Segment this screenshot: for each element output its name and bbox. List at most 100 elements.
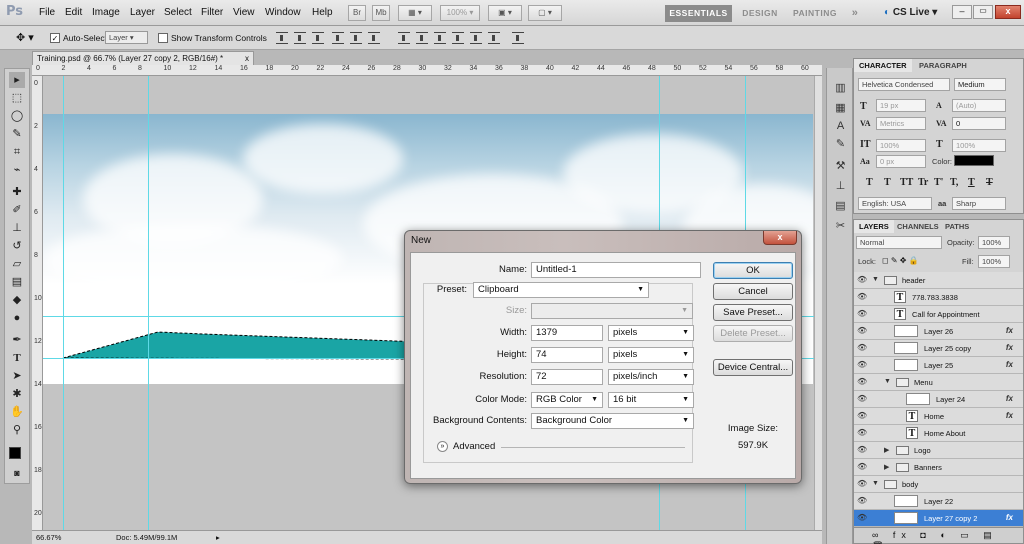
distribute-hcenter-icon[interactable] <box>470 32 482 44</box>
visibility-eye-icon[interactable]: 👁 <box>857 462 867 472</box>
zoom-tool-icon[interactable]: ⚲ <box>9 422 25 438</box>
layer-effects-icon[interactable]: fx <box>1006 513 1013 522</box>
3d-rotate-tool-icon[interactable]: ✋ <box>9 404 25 420</box>
layer-row[interactable]: 👁 T 778.783.3838 <box>854 289 1023 306</box>
expand-triangle-icon[interactable]: ▼ <box>884 378 891 385</box>
path-selection-tool-icon[interactable]: ➤ <box>9 368 25 384</box>
expand-triangle-icon[interactable]: ▼ <box>872 276 879 283</box>
visibility-eye-icon[interactable]: 👁 <box>857 513 867 523</box>
layer-effects-icon[interactable]: fx <box>1006 343 1013 352</box>
menu-help[interactable]: Help <box>312 7 333 18</box>
align-right-icon[interactable] <box>368 32 380 44</box>
tab-channels[interactable]: CHANNELS <box>892 220 944 233</box>
tab-character[interactable]: CHARACTER <box>854 59 912 72</box>
all-caps-icon[interactable]: TT <box>900 177 913 188</box>
layer-row[interactable]: 👁 Layer 22 <box>854 493 1023 510</box>
screen-mode-dropdown[interactable]: ▢ ▾ <box>528 5 562 21</box>
distribute-top-icon[interactable] <box>398 32 410 44</box>
resolution-field[interactable]: 72 <box>531 369 603 385</box>
tool-presets-dock-icon[interactable]: ✎ <box>834 138 847 151</box>
opacity-field[interactable]: 100% <box>978 236 1010 249</box>
font-size-field[interactable]: 19 px <box>876 99 926 112</box>
layer-row[interactable]: 👁 ▶ Banners <box>854 459 1023 476</box>
layer-effects-icon[interactable]: fx <box>1006 326 1013 335</box>
distribute-bottom-icon[interactable] <box>434 32 446 44</box>
visibility-eye-icon[interactable]: 👁 <box>857 275 867 285</box>
baseline-shift-field[interactable]: 0 px <box>876 155 926 168</box>
layer-effects-icon[interactable]: fx <box>1006 411 1013 420</box>
faux-italic-icon[interactable]: T <box>884 177 891 188</box>
resolution-unit-dropdown[interactable]: pixels/inch ▼ <box>608 369 694 385</box>
delete-preset-button[interactable]: Delete Preset... <box>713 325 793 342</box>
expand-triangle-icon[interactable]: ▼ <box>872 480 879 487</box>
brush-tool-icon[interactable]: ✐ <box>9 202 25 218</box>
layer-row[interactable]: 👁 T Home About <box>854 425 1023 442</box>
auto-align-icon[interactable] <box>512 32 524 44</box>
blur-tool-icon[interactable]: ◆ <box>9 292 25 308</box>
close-window-button[interactable]: x <box>995 5 1021 19</box>
marquee-tool-icon[interactable]: ⬚ <box>9 90 25 106</box>
font-style-dropdown[interactable]: Medium <box>954 78 1006 91</box>
tab-paragraph[interactable]: PARAGRAPH <box>914 59 972 72</box>
move-tool-icon[interactable]: ✥ ▾ <box>16 31 34 44</box>
tracking-field[interactable]: 0 <box>952 117 1006 130</box>
font-family-dropdown[interactable]: Helvetica Condensed <box>858 78 950 91</box>
superscript-icon[interactable]: T' <box>934 177 943 188</box>
visibility-eye-icon[interactable]: 👁 <box>857 292 867 302</box>
language-dropdown[interactable]: English: USA <box>858 197 932 210</box>
horizontal-scale-field[interactable]: 100% <box>952 139 1006 152</box>
gradient-tool-icon[interactable]: ▤ <box>9 274 25 290</box>
align-left-icon[interactable] <box>332 32 344 44</box>
clone-stamp-tool-icon[interactable]: ⊥ <box>9 220 25 236</box>
healing-brush-tool-icon[interactable]: ✚ <box>9 184 25 200</box>
visibility-eye-icon[interactable]: 👁 <box>857 377 867 387</box>
layer-row[interactable]: 👁 T Call for Appointment <box>854 306 1023 323</box>
auto-select-checkbox[interactable]: ✓ <box>50 33 60 43</box>
height-unit-dropdown[interactable]: pixels ▼ <box>608 347 694 363</box>
advanced-toggle-icon[interactable]: » <box>437 441 448 452</box>
distribute-left-icon[interactable] <box>452 32 464 44</box>
cs-live-button[interactable]: ◐ CS Live ▾ <box>884 7 937 18</box>
color-mode-dropdown[interactable]: RGB Color ▼ <box>531 392 603 408</box>
show-transform-checkbox[interactable] <box>158 33 168 43</box>
eyedropper-tool-icon[interactable]: ⌁ <box>9 162 25 178</box>
workspace-design[interactable]: DESIGN <box>738 5 782 22</box>
bridge-button[interactable]: Br <box>348 5 366 21</box>
bit-depth-dropdown[interactable]: 16 bit ▼ <box>608 392 694 408</box>
ok-button[interactable]: OK <box>713 262 793 279</box>
mini-bridge-dock-icon[interactable]: ▥ <box>834 82 847 95</box>
visibility-eye-icon[interactable]: 👁 <box>857 394 867 404</box>
align-bottom-icon[interactable] <box>312 32 324 44</box>
menu-image[interactable]: Image <box>92 7 120 18</box>
menu-view[interactable]: View <box>233 7 255 18</box>
layer-row[interactable]: 👁 Layer 25 fx <box>854 357 1023 374</box>
tab-layers[interactable]: LAYERS <box>854 220 894 233</box>
menu-edit[interactable]: Edit <box>65 7 82 18</box>
leading-field[interactable]: (Auto) <box>952 99 1006 112</box>
vertical-scale-field[interactable]: 100% <box>876 139 926 152</box>
small-caps-icon[interactable]: Tr <box>918 177 928 188</box>
visibility-eye-icon[interactable]: 👁 <box>857 445 867 455</box>
strikethrough-icon[interactable]: T <box>986 177 993 188</box>
close-tab-icon[interactable]: x <box>245 52 249 65</box>
faux-bold-icon[interactable]: T <box>866 177 873 188</box>
minimize-button[interactable]: – <box>952 5 972 19</box>
foreground-color-swatch[interactable] <box>9 447 21 459</box>
workspace-essentials[interactable]: ESSENTIALS <box>665 5 732 22</box>
layer-row[interactable]: 👁 ▼ header <box>854 272 1023 289</box>
layer-effects-icon[interactable]: fx <box>1006 394 1013 403</box>
view-extras-dropdown[interactable]: ▦ ▾ <box>398 5 432 21</box>
clone-source-dock-icon[interactable]: ⊥ <box>834 180 847 193</box>
restore-button[interactable]: ▭ <box>973 5 993 19</box>
distribute-vcenter-icon[interactable] <box>416 32 428 44</box>
canvas-vertical-scrollbar[interactable] <box>814 76 822 530</box>
background-contents-dropdown[interactable]: Background Color ▼ <box>531 413 694 429</box>
brush-dock-icon[interactable]: ⚒ <box>834 160 847 173</box>
more-workspaces-button[interactable]: » <box>846 5 864 22</box>
visibility-eye-icon[interactable]: 👁 <box>857 360 867 370</box>
document-tab[interactable]: Training.psd @ 66.7% (Layer 27 copy 2, R… <box>32 51 254 65</box>
layer-row[interactable]: 👁 Layer 25 copy fx <box>854 340 1023 357</box>
layer-row[interactable]: 👁 T Home fx <box>854 408 1023 425</box>
align-hcenter-icon[interactable] <box>350 32 362 44</box>
crop-tool-icon[interactable]: ⌗ <box>9 144 25 160</box>
